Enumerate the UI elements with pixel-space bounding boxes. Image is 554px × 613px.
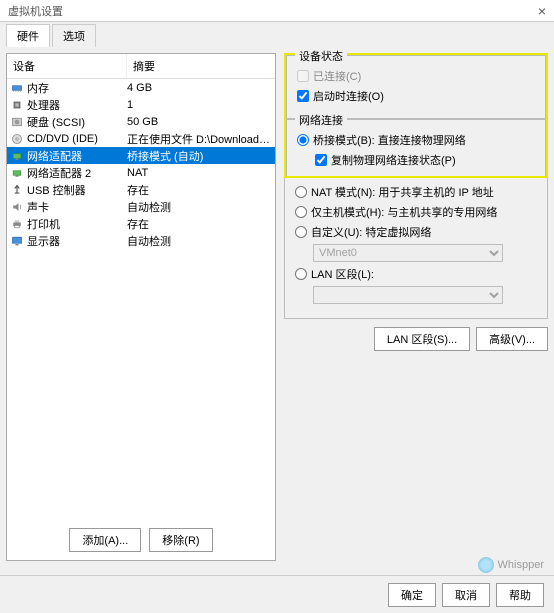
tab-options[interactable]: 选项	[52, 24, 96, 47]
net-icon	[10, 166, 24, 180]
device-name: 内存	[27, 80, 49, 96]
custom-radio[interactable]	[295, 226, 307, 238]
connect-on-power-checkbox[interactable]	[297, 90, 309, 102]
watermark: Whispper	[478, 557, 544, 573]
connected-checkbox	[297, 70, 309, 82]
device-summary: 自动检测	[127, 233, 272, 249]
tab-hardware[interactable]: 硬件	[6, 24, 50, 47]
cancel-button[interactable]: 取消	[442, 583, 490, 607]
device-name: 声卡	[27, 199, 49, 215]
close-icon[interactable]: ×	[538, 3, 546, 18]
cpu-icon	[10, 98, 24, 112]
custom-label: 自定义(U): 特定虚拟网络	[311, 224, 431, 240]
list-header: 设备 摘要	[7, 54, 275, 79]
usb-icon	[10, 183, 24, 197]
device-name: 硬盘 (SCSI)	[27, 114, 85, 130]
device-summary: 4 GB	[127, 82, 272, 94]
lan-segments-button[interactable]: LAN 区段(S)...	[374, 327, 470, 351]
device-name: USB 控制器	[27, 182, 86, 198]
hostonly-label: 仅主机模式(H): 与主机共享的专用网络	[311, 204, 497, 220]
sound-icon	[10, 200, 24, 214]
table-row[interactable]: 处理器 1	[7, 96, 275, 113]
remove-button[interactable]: 移除(R)	[149, 528, 212, 552]
device-summary: NAT	[127, 167, 272, 179]
watermark-icon	[478, 557, 494, 573]
bridged-label: 桥接模式(B): 直接连接物理网络	[313, 132, 466, 148]
device-summary: 50 GB	[127, 116, 272, 128]
col-summary[interactable]: 摘要	[127, 54, 275, 78]
device-summary: 1	[127, 99, 272, 111]
table-row[interactable]: USB 控制器 存在	[7, 181, 275, 198]
lan-label: LAN 区段(L):	[311, 266, 374, 282]
table-row[interactable]: 内存 4 GB	[7, 79, 275, 96]
bridged-radio[interactable]	[297, 134, 309, 146]
replicate-checkbox[interactable]	[315, 154, 327, 166]
table-row[interactable]: 显示器 自动检测	[7, 232, 275, 249]
settings-panel: 设备状态 已连接(C) 启动时连接(O) 网络连接 桥接模式(B): 直接连接物…	[284, 53, 548, 561]
cd-icon	[10, 132, 24, 146]
table-row[interactable]: 声卡 自动检测	[7, 198, 275, 215]
watermark-text: Whispper	[498, 559, 544, 571]
device-name: 处理器	[27, 97, 60, 113]
device-name: 打印机	[27, 216, 60, 232]
custom-select: VMnet0	[313, 244, 503, 262]
device-summary: 正在使用文件 D:\Download\Ku...	[127, 131, 272, 147]
window-title: 虚拟机设置	[8, 3, 63, 18]
device-name: CD/DVD (IDE)	[27, 133, 98, 145]
table-row[interactable]: 网络适配器 2 NAT	[7, 164, 275, 181]
device-status-title: 设备状态	[295, 48, 347, 64]
device-name: 网络适配器	[27, 148, 82, 164]
lan-select	[313, 286, 503, 304]
hostonly-radio[interactable]	[295, 206, 307, 218]
network-title: 网络连接	[295, 112, 347, 128]
display-icon	[10, 234, 24, 248]
connected-label: 已连接(C)	[313, 68, 361, 84]
device-name: 网络适配器 2	[27, 165, 91, 181]
table-row[interactable]: 打印机 存在	[7, 215, 275, 232]
connect-on-power-label: 启动时连接(O)	[313, 88, 384, 104]
table-row[interactable]: 硬盘 (SCSI) 50 GB	[7, 113, 275, 130]
ok-button[interactable]: 确定	[388, 583, 436, 607]
table-row[interactable]: 网络适配器 桥接模式 (自动)	[7, 147, 275, 164]
advanced-button[interactable]: 高级(V)...	[476, 327, 548, 351]
device-summary: 存在	[127, 182, 272, 198]
col-device[interactable]: 设备	[7, 54, 127, 78]
device-name: 显示器	[27, 233, 60, 249]
disk-icon	[10, 115, 24, 129]
net-icon	[10, 149, 24, 163]
nat-label: NAT 模式(N): 用于共享主机的 IP 地址	[311, 184, 494, 200]
printer-icon	[10, 217, 24, 231]
device-summary: 桥接模式 (自动)	[127, 148, 272, 164]
replicate-label: 复制物理网络连接状态(P)	[331, 152, 456, 168]
device-summary: 存在	[127, 216, 272, 232]
hardware-panel: 设备 摘要 内存 4 GB 处理器 1 硬盘 (SCSI) 50 GB CD/DVD (ID…	[6, 53, 276, 561]
nat-radio[interactable]	[295, 186, 307, 198]
memory-icon	[10, 81, 24, 95]
lan-radio[interactable]	[295, 268, 307, 280]
table-row[interactable]: CD/DVD (IDE) 正在使用文件 D:\Download\Ku...	[7, 130, 275, 147]
add-button[interactable]: 添加(A)...	[69, 528, 141, 552]
help-button[interactable]: 帮助	[496, 583, 544, 607]
device-summary: 自动检测	[127, 199, 272, 215]
